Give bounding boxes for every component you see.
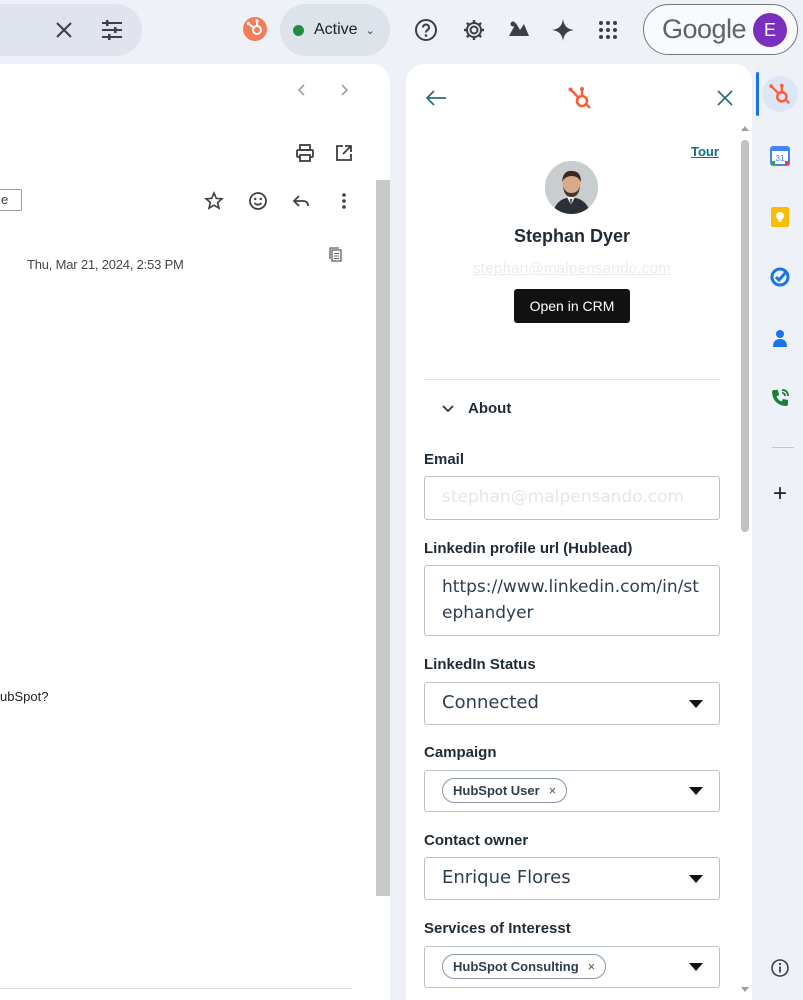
addon-icon[interactable] <box>505 16 533 44</box>
services-tag-label: HubSpot Consulting <box>453 959 579 974</box>
side-panel-rail: 31 + <box>756 64 803 1000</box>
caret-down-icon <box>689 874 703 883</box>
account-switcher[interactable]: Google E <box>643 4 798 55</box>
chevron-right-icon[interactable] <box>330 76 358 104</box>
emoji-icon[interactable] <box>244 187 272 215</box>
linkedin-status-value: Connected <box>442 692 539 713</box>
info-icon[interactable] <box>770 958 790 978</box>
campaign-label: Campaign <box>424 744 497 761</box>
account-avatar[interactable]: E <box>753 13 787 47</box>
contact-owner-value: Enrique Flores <box>442 867 571 888</box>
chevron-down-icon: ⌄ <box>365 24 375 37</box>
mail-panel: e Thu, Mar 21, 2024, 2:53 PM ubSpot? <box>0 64 390 1000</box>
hubspot-rail-button[interactable] <box>762 76 798 112</box>
divider <box>0 988 352 989</box>
gemini-icon[interactable] <box>549 16 577 44</box>
contact-email-link[interactable]: stephan@malpensando.com <box>406 260 738 277</box>
campaign-tag-label: HubSpot User <box>453 783 540 798</box>
linkedin-url-label: Linkedin profile url (Hublead) <box>424 540 633 557</box>
open-new-window-icon[interactable] <box>330 139 358 167</box>
linkedin-status-label: LinkedIn Status <box>424 656 536 673</box>
calendar-icon[interactable]: 31 <box>770 146 790 166</box>
close-panel-icon[interactable] <box>711 84 739 112</box>
contact-name: Stephan Dyer <box>513 226 631 246</box>
linkedin-status-dropdown[interactable]: Connected <box>424 682 720 725</box>
back-arrow-icon[interactable] <box>422 84 450 112</box>
tour-link[interactable]: Tour <box>691 144 719 159</box>
remove-tag-icon[interactable]: × <box>588 959 596 974</box>
panel-scrollbar-thumb[interactable] <box>741 140 749 532</box>
mail-scrollbar[interactable] <box>376 180 390 896</box>
active-status-dot <box>293 24 304 36</box>
about-section-toggle[interactable]: About <box>442 400 511 417</box>
status-label: Active <box>314 21 358 38</box>
print-icon[interactable] <box>291 139 319 167</box>
caret-down-icon <box>689 963 703 971</box>
contact-owner-label: Contact owner <box>424 832 529 849</box>
services-tag: HubSpot Consulting × <box>442 954 607 979</box>
about-section-label: About <box>468 400 512 417</box>
google-logo-text: Google <box>662 14 747 44</box>
contact-avatar <box>545 161 598 214</box>
linkedin-url-value-line1: https://www.linkedin.com/in/st <box>442 577 699 597</box>
settings-icon[interactable] <box>460 16 488 44</box>
copy-icon[interactable] <box>322 241 350 269</box>
campaign-tag: HubSpot User × <box>442 778 568 803</box>
tune-icon[interactable] <box>98 16 126 44</box>
hubspot-logo-icon <box>566 84 594 112</box>
star-icon[interactable] <box>200 187 228 215</box>
close-icon[interactable] <box>50 16 78 44</box>
linkedin-url-value-line2: ephandyer <box>442 603 534 623</box>
email-field-label: Email <box>424 451 465 468</box>
contacts-icon[interactable] <box>770 328 790 348</box>
hubspot-icon <box>769 83 791 105</box>
hubspot-sidebar-panel: Tour Stephan Dyer stephan@malpensando.co… <box>406 64 752 1000</box>
scroll-up-arrow-icon[interactable] <box>740 124 750 132</box>
divider <box>424 379 720 380</box>
open-in-crm-button[interactable]: Open in CRM <box>514 289 630 323</box>
linkedin-url-field[interactable]: https://www.linkedin.com/in/st ephandyer <box>424 565 720 636</box>
scroll-down-arrow-icon[interactable] <box>740 986 750 994</box>
help-icon[interactable] <box>412 16 440 44</box>
campaign-dropdown[interactable]: HubSpot User × <box>424 770 720 812</box>
chevron-left-icon[interactable] <box>288 76 316 104</box>
voice-phone-icon[interactable] <box>770 388 790 408</box>
top-bar: Active ⌄ Google E <box>0 0 803 62</box>
active-indicator <box>756 72 759 116</box>
reply-icon[interactable] <box>287 187 315 215</box>
add-icon[interactable]: + <box>770 482 790 506</box>
tasks-icon[interactable] <box>770 267 790 287</box>
services-dropdown[interactable]: HubSpot Consulting × <box>424 946 720 988</box>
calendar-day: 31 <box>776 154 785 163</box>
keep-icon[interactable] <box>770 207 790 227</box>
label-chip[interactable]: e <box>0 189 22 211</box>
more-vert-icon[interactable] <box>330 187 358 215</box>
email-field-placeholder: stephan@malpensando.com <box>442 487 685 507</box>
chevron-down-icon <box>442 404 454 412</box>
email-body-text: ubSpot? <box>0 689 49 704</box>
remove-tag-icon[interactable]: × <box>549 783 557 798</box>
caret-down-icon <box>689 699 703 708</box>
contact-owner-dropdown[interactable]: Enrique Flores <box>424 857 720 900</box>
caret-down-icon <box>689 787 703 795</box>
email-field[interactable]: stephan@malpensando.com <box>424 476 720 520</box>
apps-icon[interactable] <box>594 16 622 44</box>
email-date: Thu, Mar 21, 2024, 2:53 PM <box>27 257 184 272</box>
divider <box>772 447 794 448</box>
status-dropdown[interactable]: Active ⌄ <box>280 4 390 56</box>
services-label: Services of Interesst <box>424 920 571 937</box>
hubspot-icon[interactable] <box>241 15 269 43</box>
